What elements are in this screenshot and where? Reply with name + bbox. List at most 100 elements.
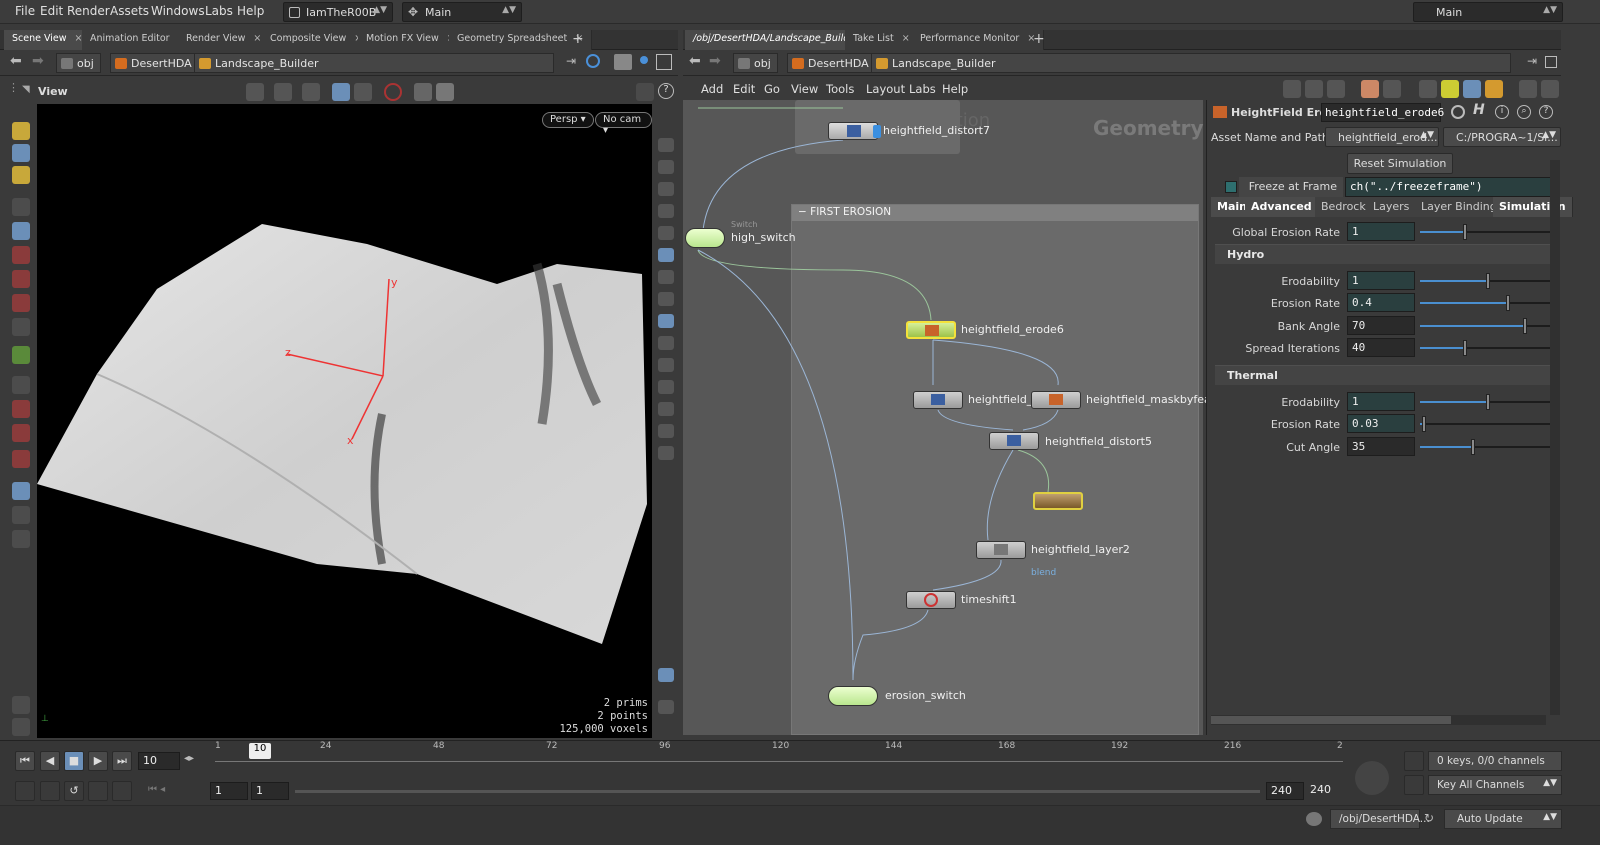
param-value-field[interactable]: 35 bbox=[1347, 437, 1415, 456]
play-button[interactable]: ▶ bbox=[88, 751, 108, 771]
slider-knob[interactable] bbox=[1485, 394, 1490, 410]
bulb-icon[interactable] bbox=[658, 270, 674, 284]
param-value-field[interactable]: 70 bbox=[1347, 316, 1415, 335]
points-icon[interactable] bbox=[658, 380, 674, 394]
eye-icon[interactable] bbox=[12, 718, 30, 736]
menu-file[interactable]: File bbox=[15, 4, 35, 18]
back-arrow-icon[interactable]: ⬅ bbox=[689, 53, 701, 69]
param-value-field[interactable]: 0.03 bbox=[1347, 414, 1415, 433]
net-menu-labs[interactable]: Labs bbox=[909, 82, 936, 96]
range-slider[interactable] bbox=[295, 790, 1260, 793]
playback-start-field[interactable]: 1 bbox=[251, 782, 289, 800]
slider-knob[interactable] bbox=[1470, 439, 1475, 455]
tree-icon[interactable] bbox=[1305, 80, 1323, 98]
gear-icon[interactable] bbox=[1451, 105, 1465, 119]
snap-magnet-icon[interactable] bbox=[12, 424, 30, 442]
param-hscrollbar[interactable] bbox=[1211, 715, 1546, 725]
key-wheel[interactable] bbox=[1355, 761, 1389, 795]
add-tab-icon[interactable]: + bbox=[1033, 31, 1045, 47]
maximize-icon[interactable] bbox=[656, 54, 672, 70]
slider-knob[interactable] bbox=[1523, 318, 1528, 334]
crumb-deserthda[interactable]: DesertHDA bbox=[110, 53, 199, 73]
stop-button[interactable]: ■ bbox=[64, 751, 84, 771]
normals-icon[interactable] bbox=[658, 402, 674, 416]
rotate-icon[interactable] bbox=[12, 270, 30, 288]
node-heightfield-r[interactable] bbox=[913, 391, 963, 409]
node-heightfield-erode6[interactable] bbox=[906, 321, 956, 339]
ghost-icon[interactable] bbox=[332, 83, 350, 101]
help-icon[interactable]: ? bbox=[658, 83, 674, 99]
keys-icon[interactable] bbox=[1404, 751, 1424, 771]
select-arrow-icon[interactable] bbox=[12, 198, 30, 216]
menu-assets[interactable]: Assets bbox=[110, 4, 149, 18]
vectors-icon[interactable] bbox=[658, 424, 674, 438]
close-icon[interactable]: × bbox=[253, 33, 261, 44]
snap-icon[interactable] bbox=[302, 83, 320, 101]
param-slider[interactable] bbox=[1420, 295, 1555, 311]
asset-path-dropdown[interactable]: C:/PROGRA~1/Si... ▲▼ bbox=[1443, 127, 1561, 147]
tab-simulation[interactable]: Simulation bbox=[1493, 197, 1573, 217]
frame-marker[interactable]: 10 bbox=[249, 743, 271, 759]
net-menu-help[interactable]: Help bbox=[942, 82, 968, 96]
link-icon[interactable] bbox=[586, 54, 600, 68]
frame-icon[interactable] bbox=[658, 668, 674, 682]
crumb-obj[interactable]: obj bbox=[56, 53, 101, 73]
back-arrow-icon[interactable]: ⬅ bbox=[10, 53, 22, 69]
crumb-deserthda[interactable]: DesertHDA bbox=[787, 53, 876, 73]
loop-icon[interactable]: ↺ bbox=[64, 781, 84, 801]
tab-take-list[interactable]: Take List × bbox=[845, 30, 919, 50]
tab-render-view[interactable]: Render View × bbox=[178, 30, 271, 50]
transform-icon[interactable] bbox=[12, 246, 30, 264]
sync-icon[interactable] bbox=[88, 781, 108, 801]
key-all-channels-dropdown[interactable]: Key All Channels ▲▼ bbox=[1428, 775, 1562, 795]
frame-range-icon[interactable] bbox=[112, 781, 132, 801]
light-icon[interactable] bbox=[12, 530, 30, 548]
step-frame-icons[interactable]: ◂▸ bbox=[184, 753, 194, 764]
frame-ruler[interactable]: 1 24 48 72 96 120 144 168 192 216 2 10 bbox=[215, 741, 1345, 777]
tab-motion-fx-view[interactable]: Motion FX View× bbox=[358, 30, 464, 50]
forward-arrow-icon[interactable]: ➡ bbox=[709, 53, 721, 69]
param-slider[interactable] bbox=[1420, 416, 1555, 432]
tab-composite-view[interactable]: Composite View× bbox=[262, 30, 372, 50]
node-high-switch[interactable] bbox=[685, 228, 725, 248]
image-icon[interactable] bbox=[1419, 80, 1437, 98]
brush-icon[interactable] bbox=[12, 122, 30, 140]
tab-bedrock[interactable]: Bedrock bbox=[1315, 197, 1373, 217]
freeze-expression-field[interactable]: ch("../freezeframe") bbox=[1345, 177, 1555, 197]
handle-icon[interactable] bbox=[274, 83, 292, 101]
desktop-right-combo[interactable]: Main ▲▼ bbox=[1413, 2, 1563, 22]
net-menu-tools[interactable]: Tools bbox=[826, 82, 854, 96]
tab-scene-view[interactable]: Scene View × bbox=[4, 30, 92, 50]
crumb-landscape-builder[interactable]: Landscape_Builder bbox=[871, 53, 1511, 73]
pin-icon[interactable]: ⇥ bbox=[1527, 54, 1537, 68]
keys-status[interactable]: 0 keys, 0/0 channels bbox=[1428, 751, 1562, 771]
lock-icon[interactable] bbox=[12, 222, 30, 240]
close-icon[interactable]: × bbox=[902, 33, 910, 44]
slider-knob[interactable] bbox=[1422, 416, 1427, 432]
slider-knob[interactable] bbox=[1485, 273, 1490, 289]
scene-viewport[interactable]: y z x Persp ▾ No cam ▾ 2 prims 2 points … bbox=[37, 104, 652, 738]
param-slider[interactable] bbox=[1420, 224, 1555, 240]
lock-camera-icon[interactable] bbox=[658, 182, 674, 196]
geometry-icon[interactable] bbox=[658, 358, 674, 372]
slider-knob[interactable] bbox=[1505, 295, 1510, 311]
grid-icon[interactable] bbox=[1361, 80, 1379, 98]
section-hydro[interactable]: Hydro bbox=[1215, 244, 1555, 264]
flag-icon[interactable] bbox=[1541, 80, 1559, 98]
param-slider[interactable] bbox=[1420, 273, 1555, 289]
magnet-icon[interactable] bbox=[12, 400, 30, 418]
node-heightfield-distort5[interactable] bbox=[989, 432, 1039, 450]
node-name-field[interactable]: heightfield_erode6 bbox=[1321, 103, 1444, 122]
status-path[interactable]: /obj/DesertHDA... bbox=[1330, 809, 1430, 829]
param-scrollbar[interactable] bbox=[1550, 160, 1560, 715]
display-icon[interactable] bbox=[658, 336, 674, 350]
handles-icon[interactable] bbox=[12, 346, 30, 364]
camera-tool-icon[interactable] bbox=[12, 506, 30, 524]
camera-icon[interactable] bbox=[414, 83, 432, 101]
menu-labs[interactable]: Labs bbox=[205, 4, 233, 18]
param-slider[interactable] bbox=[1420, 439, 1555, 455]
visibility-icon[interactable] bbox=[658, 138, 674, 152]
net-menu-add[interactable]: Add bbox=[701, 82, 723, 96]
lighting-icon[interactable] bbox=[658, 248, 674, 262]
menu-render[interactable]: Render bbox=[67, 4, 110, 18]
